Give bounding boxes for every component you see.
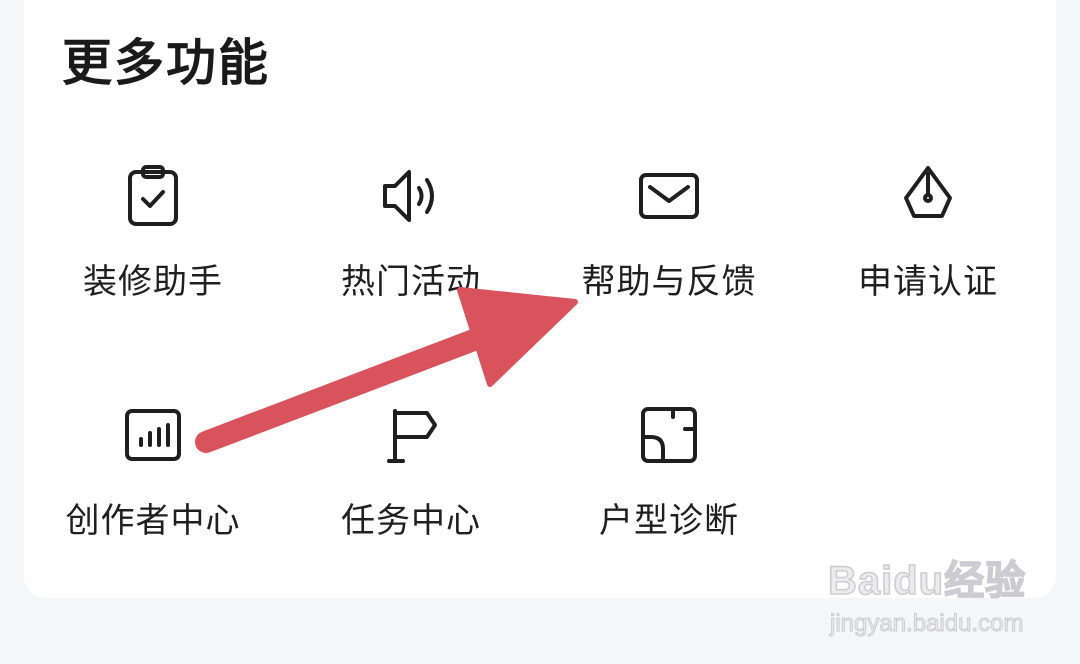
feature-decoration-assistant[interactable]: 装修助手 [23, 160, 283, 350]
feature-creator-center[interactable]: 创作者中心 [23, 399, 283, 589]
feature-label: 帮助与反馈 [581, 262, 757, 302]
flag-icon [375, 399, 447, 471]
section-title: 更多功能 [62, 34, 270, 92]
bar-chart-icon [117, 399, 189, 471]
feature-label: 创作者中心 [65, 501, 241, 541]
feature-hot-events[interactable]: 热门活动 [281, 160, 541, 350]
floor-plan-icon [633, 399, 705, 471]
feature-label: 热门活动 [341, 262, 481, 302]
feature-floor-plan-diagnosis[interactable]: 户型诊断 [539, 399, 799, 589]
feature-label: 装修助手 [83, 262, 223, 302]
mail-icon [633, 160, 705, 232]
speaker-icon [375, 160, 447, 232]
pen-nib-icon [892, 160, 964, 232]
watermark-url: jingyan.baidu.com [829, 610, 1024, 638]
feature-label: 申请认证 [858, 262, 998, 302]
feature-task-center[interactable]: 任务中心 [281, 399, 541, 589]
feature-label: 户型诊断 [599, 501, 739, 541]
feature-label: 任务中心 [341, 501, 481, 541]
feature-help-feedback[interactable]: 帮助与反馈 [539, 160, 799, 350]
clipboard-check-icon [117, 160, 189, 232]
feature-apply-certification[interactable]: 申请认证 [798, 160, 1058, 350]
